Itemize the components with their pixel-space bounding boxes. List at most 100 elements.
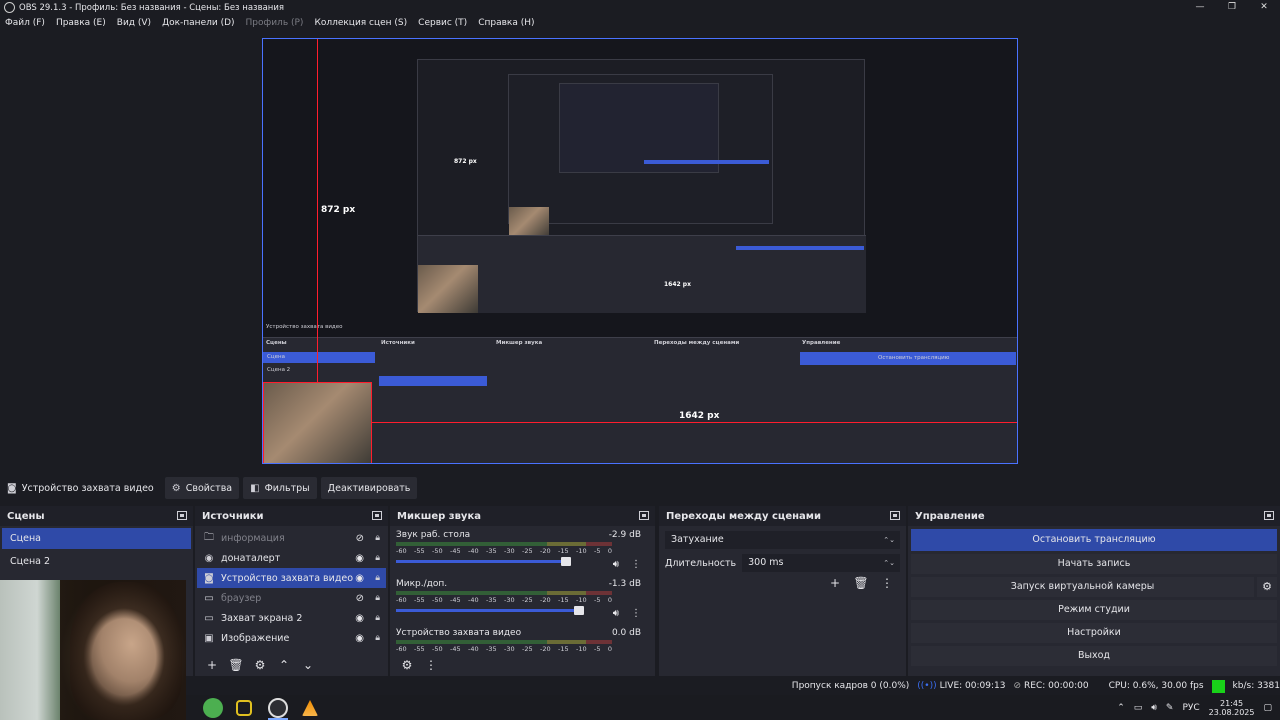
scale-tick: -35 bbox=[486, 596, 497, 604]
undock-icon[interactable] bbox=[639, 511, 649, 520]
exit-button[interactable]: Выход bbox=[911, 646, 1277, 666]
source-item-browser[interactable]: ▭ браузер ⊘ 🔒︎ bbox=[197, 588, 386, 608]
scene-item[interactable]: Сцена bbox=[2, 528, 191, 549]
speaker-icon[interactable]: 🔊︎ bbox=[613, 608, 619, 619]
menu-view[interactable]: Вид (V) bbox=[117, 18, 151, 28]
tray-clock[interactable]: 21:45 23.08.2025 bbox=[1209, 699, 1255, 717]
duration-input[interactable]: 300 ms ⌃⌄ bbox=[742, 554, 900, 572]
studio-mode-button[interactable]: Режим студии bbox=[911, 600, 1277, 620]
volume-slider[interactable] bbox=[396, 606, 584, 615]
source-toolbar-current: ◙ Устройство захвата видео bbox=[0, 477, 161, 499]
tray-pen-icon[interactable]: ✎ bbox=[1166, 703, 1174, 713]
properties-button[interactable]: ⚙ Свойства bbox=[164, 477, 240, 499]
preview-mixer-title: Микшер звука bbox=[496, 340, 543, 346]
transition-select[interactable]: Затухание ⌃⌄ bbox=[665, 531, 900, 549]
kebab-menu-icon[interactable]: ⋮ bbox=[631, 559, 641, 570]
lock-icon[interactable]: 🔒︎ bbox=[375, 613, 380, 623]
menu-profile[interactable]: Профиль (P) bbox=[246, 18, 304, 28]
remove-source-button[interactable]: 🗑︎ bbox=[227, 656, 245, 674]
scale-tick: -60 bbox=[396, 645, 407, 653]
source-item-image[interactable]: ▣ Изображение ◉ 🔒︎ bbox=[197, 628, 386, 648]
tray-network-icon[interactable]: ▭ bbox=[1134, 703, 1143, 713]
source-item-donationalert[interactable]: ◉ донаталерт ◉ 🔒︎ bbox=[197, 548, 386, 568]
lock-icon[interactable]: 🔒︎ bbox=[375, 553, 380, 563]
mixer-channel-mic: Микр./доп. -1.3 dB -60 -55 -50 -45 -40 -35 -30… bbox=[390, 575, 655, 624]
preview-scenes-title: Сцены bbox=[266, 340, 287, 346]
lock-icon[interactable]: 🔒︎ bbox=[375, 573, 380, 583]
eye-icon[interactable]: ◉ bbox=[355, 573, 364, 584]
stop-streaming-button[interactable]: Остановить трансляцию bbox=[911, 529, 1277, 551]
lock-icon[interactable]: 🔒︎ bbox=[375, 593, 380, 603]
channel-db: -2.9 dB bbox=[608, 530, 641, 540]
menu-scene-collection[interactable]: Коллекция сцен (S) bbox=[314, 18, 407, 28]
menu-edit[interactable]: Правка (E) bbox=[56, 18, 106, 28]
virtual-camera-gear-icon[interactable]: ⚙ bbox=[1257, 577, 1277, 597]
meter-scale: -60 -55 -50 -45 -40 -35 -30 -25 -20 -15 -10 -5 0 bbox=[396, 596, 612, 604]
bitrate: kb/s: 3381 bbox=[1232, 681, 1280, 691]
speaker-icon[interactable]: 🔊︎ bbox=[613, 559, 619, 570]
close-button[interactable]: ✕ bbox=[1248, 0, 1280, 15]
deactivate-button[interactable]: Деактивировать bbox=[320, 477, 418, 499]
advanced-audio-gear-icon[interactable]: ⚙ bbox=[398, 656, 416, 674]
tray-chevron-up-icon[interactable]: ⌃ bbox=[1117, 703, 1125, 713]
source-properties-button[interactable]: ⚙ bbox=[251, 656, 269, 674]
maximize-button[interactable]: ❐ bbox=[1216, 0, 1248, 15]
controls-dock: Управление Остановить трансляцию Начать … bbox=[908, 506, 1280, 676]
scale-tick: -50 bbox=[432, 645, 443, 653]
source-item-screen-capture[interactable]: ▭ Захват экрана 2 ◉ 🔒︎ bbox=[197, 608, 386, 628]
eye-icon[interactable]: ◉ bbox=[355, 613, 364, 624]
sources-dock: Источники 🗀 информация ⊘ 🔒︎ ◉ донаталерт… bbox=[195, 506, 388, 676]
kebab-menu-icon[interactable]: ⋮ bbox=[878, 576, 896, 590]
notifications-icon[interactable]: ▢ bbox=[1263, 703, 1272, 713]
source-item-info[interactable]: 🗀 информация ⊘ 🔒︎ bbox=[197, 528, 386, 548]
scale-tick: -55 bbox=[414, 547, 425, 555]
nested-measure-horizontal: 1642 px bbox=[664, 281, 691, 288]
taskbar-vlc-icon[interactable] bbox=[302, 700, 318, 716]
start-virtual-camera-button[interactable]: Запуск виртуальной камеры bbox=[911, 577, 1254, 597]
start-recording-button[interactable]: Начать запись bbox=[911, 554, 1277, 574]
add-transition-button[interactable]: + bbox=[826, 576, 844, 590]
kebab-menu-icon[interactable]: ⋮ bbox=[422, 656, 440, 674]
add-source-button[interactable]: + bbox=[203, 656, 221, 674]
eye-hidden-icon[interactable]: ⊘ bbox=[356, 593, 364, 604]
scene-item[interactable]: Сцена 2 bbox=[2, 551, 191, 572]
scale-tick: -20 bbox=[540, 645, 551, 653]
mixer-title: Микшер звука bbox=[397, 510, 481, 522]
undock-icon[interactable] bbox=[890, 511, 900, 520]
eye-hidden-icon[interactable]: ⊘ bbox=[356, 533, 364, 544]
preview-canvas[interactable]: 872 px 1642 px Устройство захвата видео … bbox=[262, 38, 1018, 464]
menu-tools[interactable]: Сервис (T) bbox=[418, 18, 467, 28]
undock-icon[interactable] bbox=[177, 511, 187, 520]
preview-camera bbox=[263, 383, 371, 463]
settings-button[interactable]: Настройки bbox=[911, 623, 1277, 643]
tray-volume-icon[interactable]: 🔊︎ bbox=[1151, 703, 1157, 713]
taskbar-app-green-icon[interactable] bbox=[203, 698, 223, 718]
spin-arrows-icon[interactable]: ⌃⌄ bbox=[883, 554, 895, 572]
volume-meter bbox=[396, 542, 612, 546]
eye-icon[interactable]: ◉ bbox=[355, 633, 364, 644]
move-down-button[interactable]: ⌄ bbox=[299, 656, 317, 674]
menu-help[interactable]: Справка (H) bbox=[478, 18, 534, 28]
lock-icon[interactable]: 🔒︎ bbox=[375, 633, 380, 643]
scale-tick: -5 bbox=[594, 547, 601, 555]
menu-file[interactable]: Файл (F) bbox=[5, 18, 45, 28]
lock-icon[interactable]: 🔒︎ bbox=[375, 533, 380, 543]
minimize-button[interactable]: — bbox=[1184, 0, 1216, 15]
remove-transition-button[interactable]: 🗑︎ bbox=[852, 576, 870, 590]
webcam-overlay bbox=[0, 580, 186, 720]
move-up-button[interactable]: ⌃ bbox=[275, 656, 293, 674]
obs-window: OBS 29.1.3 - Профиль: Без названия - Сце… bbox=[0, 0, 1280, 720]
filters-button[interactable]: ◧ Фильтры bbox=[243, 477, 317, 499]
rec-timer: REC: 00:00:00 bbox=[1024, 681, 1089, 691]
taskbar-obs-icon[interactable] bbox=[268, 698, 288, 718]
undock-icon[interactable] bbox=[1264, 511, 1274, 520]
menu-docks[interactable]: Док-панели (D) bbox=[162, 18, 234, 28]
scale-tick: -60 bbox=[396, 596, 407, 604]
kebab-menu-icon[interactable]: ⋮ bbox=[631, 608, 641, 619]
eye-icon[interactable]: ◉ bbox=[355, 553, 364, 564]
volume-slider[interactable] bbox=[396, 557, 571, 566]
source-item-video-capture[interactable]: ◙ Устройство захвата видео ◉ 🔒︎ bbox=[197, 568, 386, 588]
taskbar-app-headphones-icon[interactable] bbox=[236, 700, 252, 716]
tray-language[interactable]: РУС bbox=[1182, 703, 1199, 713]
undock-icon[interactable] bbox=[372, 511, 382, 520]
